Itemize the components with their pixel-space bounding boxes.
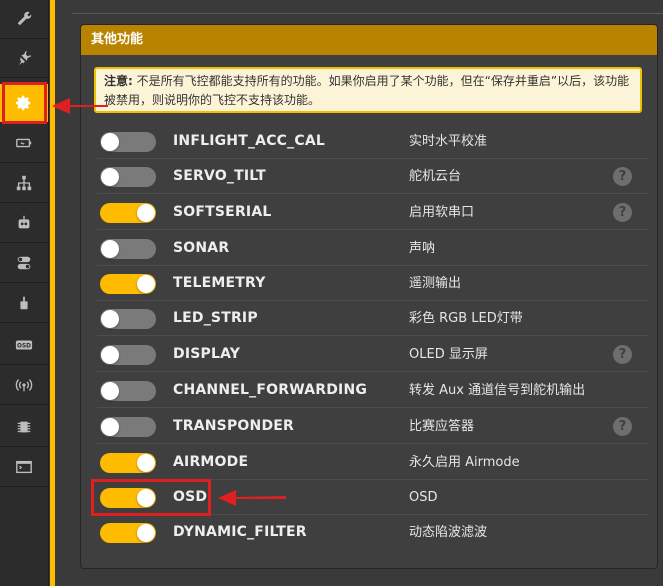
motor-icon <box>20 296 28 310</box>
sidebar-item-blackbox[interactable] <box>0 408 48 447</box>
toggle-knob <box>101 346 119 364</box>
row-divider <box>97 371 649 372</box>
feature-description: 实时水平校准 <box>409 134 488 149</box>
chip-icon <box>17 421 31 433</box>
sidebar-item-modes[interactable] <box>0 244 48 283</box>
help-icon[interactable]: ? <box>613 345 632 364</box>
feature-name: AIRMODE <box>173 454 249 470</box>
sidebar-item-receiver[interactable] <box>0 204 48 243</box>
feature-toggle[interactable] <box>100 345 156 365</box>
feature-name: CHANNEL_FORWARDING <box>173 382 368 398</box>
feature-toggle[interactable] <box>100 309 156 329</box>
feature-row-softserial: SOFTSERIAL 启用软串口? <box>97 195 649 230</box>
annotation-arrow-osd <box>218 490 286 506</box>
note-label: 注意: <box>104 74 133 88</box>
sidebar-item-setup[interactable] <box>0 0 48 39</box>
sidebar-item-failsafe[interactable] <box>0 164 48 203</box>
toggle-knob <box>137 454 155 472</box>
osd-icon-label: OSD <box>17 343 31 349</box>
toggle-knob <box>137 275 155 293</box>
toggle-knob <box>101 310 119 328</box>
feature-description: 永久启用 Airmode <box>409 455 520 470</box>
feature-toggle[interactable] <box>100 239 156 259</box>
feature-row-channel-forwarding: CHANNEL_FORWARDING 转发 Aux 通道信号到舵机输出 <box>97 373 649 408</box>
gold-separator <box>50 0 55 586</box>
feature-row-inflight-acc-cal: INFLIGHT_ACC_CAL 实时水平校准 <box>97 124 649 159</box>
wrench-icon <box>17 11 32 26</box>
feature-toggle[interactable] <box>100 453 156 473</box>
feature-row-sonar: SONAR 声呐 <box>97 231 649 266</box>
row-divider <box>97 443 649 444</box>
help-icon[interactable]: ? <box>613 417 632 436</box>
feature-toggle[interactable] <box>100 417 156 437</box>
toggle-knob <box>137 524 155 542</box>
feature-description: OLED 显示屏 <box>409 347 488 362</box>
note-box: 注意: 不是所有飞控都能支持所有的功能。如果你启用了某个功能，但在“保存并重启”… <box>94 67 642 113</box>
feature-description: 舵机云台 <box>409 169 462 184</box>
sidebar-item-vtx[interactable] <box>0 366 48 405</box>
row-divider <box>97 335 649 336</box>
battery-icon <box>16 138 32 148</box>
feature-row-led-strip: LED_STRIP 彩色 RGB LED灯带 <box>97 301 649 336</box>
feature-name: TRANSPONDER <box>173 418 295 434</box>
top-divider <box>72 13 663 14</box>
highlight-box-osd <box>91 479 211 516</box>
feature-description: 比赛应答器 <box>409 419 475 434</box>
feature-name: SOFTSERIAL <box>173 204 272 220</box>
sidebar-item-motors[interactable] <box>0 284 48 323</box>
feature-toggle[interactable] <box>100 523 156 543</box>
feature-row-display: DISPLAY OLED 显示屏? <box>97 337 649 372</box>
feature-row-dynamic-filter: DYNAMIC_FILTER 动态陷波滤波 <box>97 515 649 550</box>
feature-description: OSD <box>409 490 438 505</box>
feature-row-telemetry: TELEMETRY 遥测输出 <box>97 266 649 301</box>
toggle-knob <box>101 240 119 258</box>
feature-name: LED_STRIP <box>173 310 258 326</box>
feature-toggle[interactable] <box>100 381 156 401</box>
feature-row-airmode: AIRMODE 永久启用 Airmode <box>97 445 649 480</box>
feature-toggle[interactable] <box>100 167 156 187</box>
help-icon[interactable]: ? <box>613 203 632 222</box>
panel-title: 其他功能 <box>81 25 657 55</box>
robot-icon <box>18 215 30 229</box>
sidebar-item-ports[interactable] <box>0 39 48 78</box>
plug-icon <box>18 50 32 66</box>
feature-name: DISPLAY <box>173 346 241 362</box>
feature-name: SERVO_TILT <box>173 168 266 184</box>
sidebar-item-osd[interactable]: OSD <box>0 326 48 365</box>
note-text: 不是所有飞控都能支持所有的功能。如果你启用了某个功能，但在“保存并重启”以后，该… <box>104 74 630 107</box>
feature-name: TELEMETRY <box>173 275 266 291</box>
feature-description: 转发 Aux 通道信号到舵机输出 <box>409 383 586 398</box>
sidebar-item-power[interactable] <box>0 124 48 163</box>
feature-toggle[interactable] <box>100 203 156 223</box>
feature-description: 启用软串口 <box>409 205 475 220</box>
annotation-arrow-configuration <box>52 98 108 114</box>
terminal-icon <box>16 460 32 474</box>
switches-icon <box>17 256 31 270</box>
highlight-box-configuration <box>2 82 47 124</box>
feature-row-servo-tilt: SERVO_TILT 舵机云台? <box>97 159 649 194</box>
feature-name: DYNAMIC_FILTER <box>173 524 307 540</box>
feature-toggle[interactable] <box>100 274 156 294</box>
toggle-knob <box>101 133 119 151</box>
row-divider <box>97 229 649 230</box>
feature-name: INFLIGHT_ACC_CAL <box>173 133 325 149</box>
toggle-knob <box>101 168 119 186</box>
network-icon <box>16 175 32 191</box>
feature-name: SONAR <box>173 240 230 256</box>
osd-icon: OSD <box>15 340 33 350</box>
row-divider <box>97 407 649 408</box>
feature-description: 彩色 RGB LED灯带 <box>409 311 523 326</box>
feature-row-transponder: TRANSPONDER 比赛应答器? <box>97 409 649 444</box>
toggle-knob <box>101 382 119 400</box>
feature-description: 声呐 <box>409 241 436 256</box>
help-icon[interactable]: ? <box>613 167 632 186</box>
signal-icon <box>15 379 33 392</box>
feature-toggle[interactable] <box>100 132 156 152</box>
sidebar-item-cli[interactable] <box>0 448 48 487</box>
row-divider <box>97 193 649 194</box>
feature-description: 动态陷波滤波 <box>409 525 488 540</box>
toggle-knob <box>101 418 119 436</box>
toggle-knob <box>137 204 155 222</box>
feature-description: 遥测输出 <box>409 276 462 291</box>
